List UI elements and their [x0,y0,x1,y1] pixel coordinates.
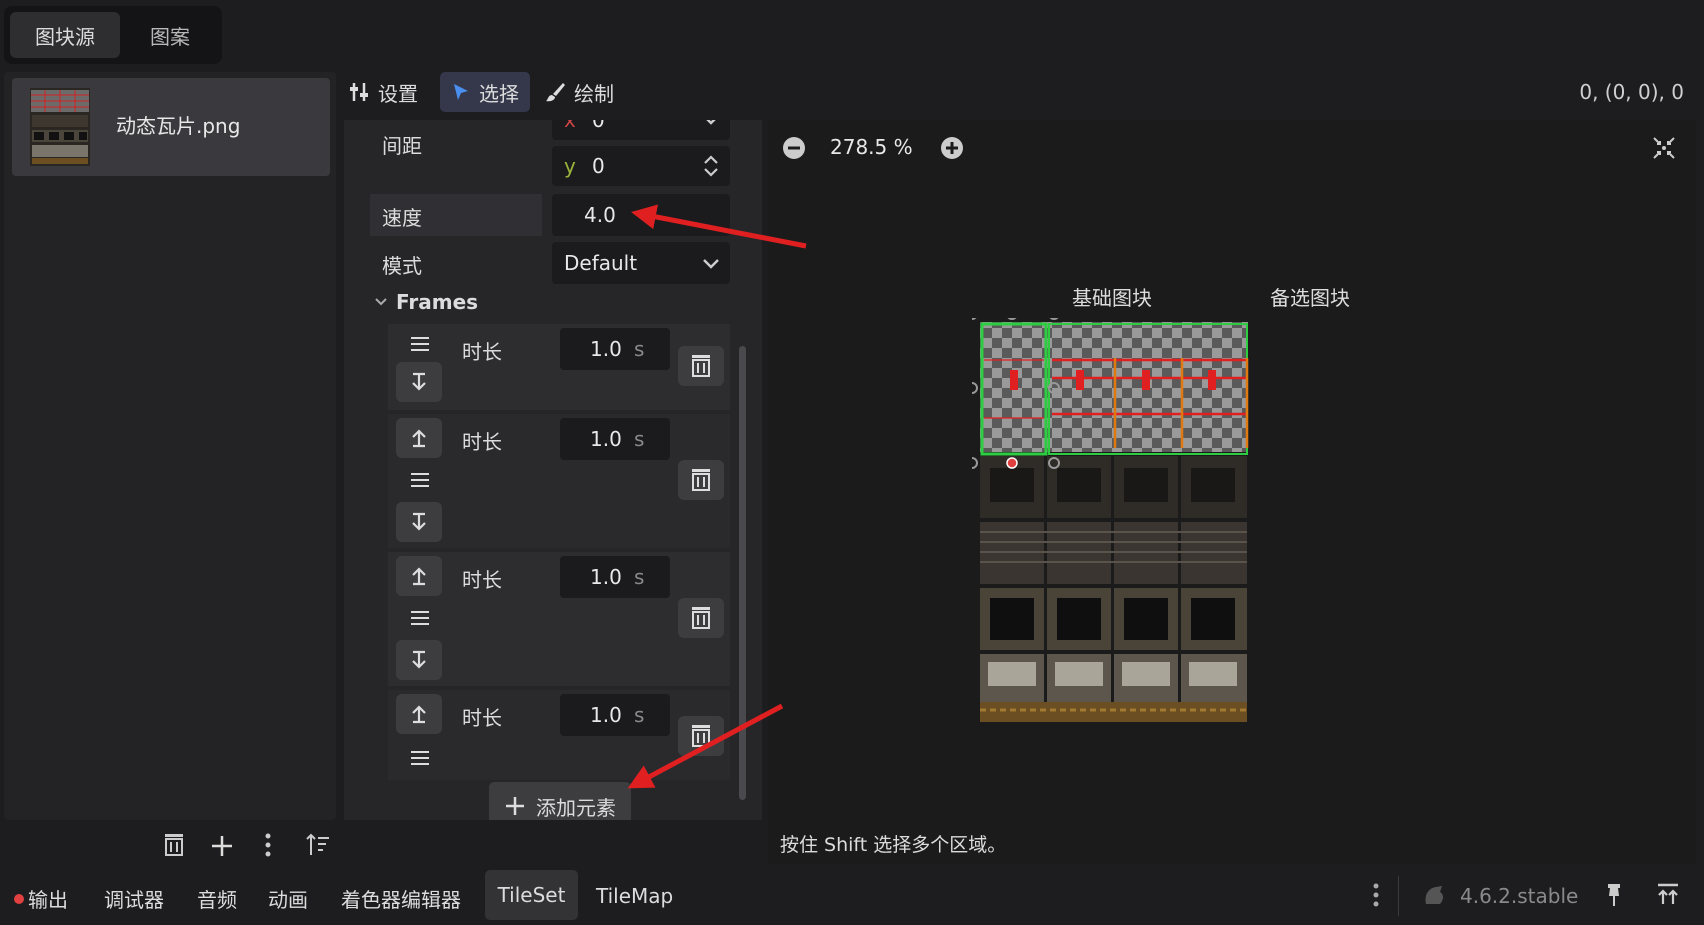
tab-tileset-label: TileSet [497,883,566,907]
expand-panel-icon[interactable] [1656,882,1680,906]
tab-output[interactable]: 输出 [14,884,68,913]
tab-tileset[interactable]: TileSet [485,870,578,920]
bottom-bar [0,864,1704,925]
tab-debugger[interactable]: 调试器 [104,884,164,913]
tab-output-label: 输出 [28,888,68,912]
tab-tilemap[interactable]: TileMap [596,884,673,908]
pin-icon[interactable] [1604,882,1624,908]
divider [1398,876,1399,916]
tab-shader-editor[interactable]: 着色器编辑器 [341,884,461,913]
godot-logo-icon [1422,884,1446,906]
tab-animation[interactable]: 动画 [268,884,308,913]
bottom-more-icon[interactable] [1372,882,1380,908]
error-dot-icon [14,893,24,904]
annotation-arrows [0,0,1704,925]
tab-audio[interactable]: 音频 [197,884,237,913]
version-label: 4.6.2.stable [1460,884,1579,908]
